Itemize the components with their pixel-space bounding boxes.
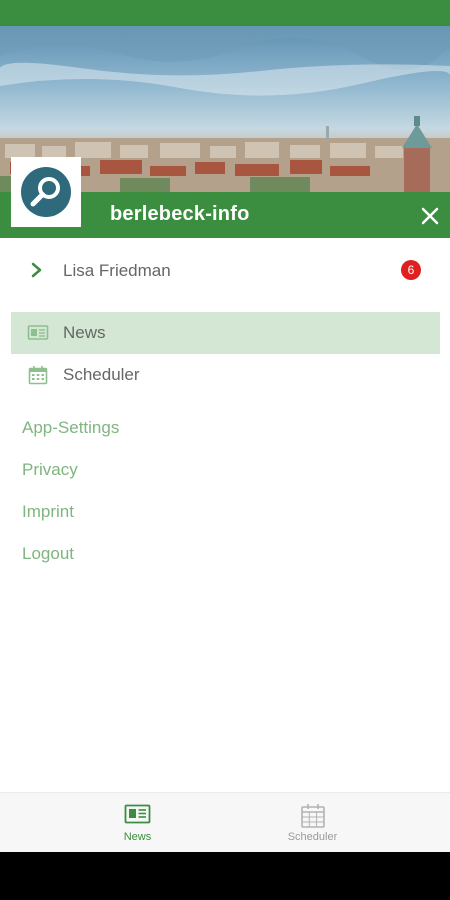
close-button[interactable]: [417, 203, 443, 229]
bottom-navigation: News Scheduler: [0, 792, 450, 853]
logout-link[interactable]: Logout: [22, 544, 74, 564]
notification-badge: 6: [401, 260, 421, 280]
system-navigation-bar: [0, 852, 450, 900]
status-bar: [0, 0, 450, 26]
user-profile-row[interactable]: Lisa Friedman 6: [0, 250, 450, 290]
app-logo: [11, 157, 81, 227]
search-logo-icon: [21, 167, 71, 217]
close-icon: [421, 207, 439, 225]
sidebar-item-news[interactable]: News: [11, 312, 440, 354]
newspaper-icon: [124, 804, 151, 824]
sidebar-item-scheduler[interactable]: Scheduler: [11, 354, 440, 396]
imprint-link[interactable]: Imprint: [22, 502, 74, 522]
app-title: berlebeck-info: [110, 203, 250, 225]
newspaper-icon: [27, 325, 49, 340]
privacy-link[interactable]: Privacy: [22, 460, 78, 480]
chevron-right-icon: [31, 262, 42, 278]
bottom-nav-label: Scheduler: [287, 831, 338, 843]
bottom-nav-scheduler[interactable]: Scheduler: [200, 793, 425, 853]
app-settings-link[interactable]: App-Settings: [22, 418, 119, 438]
user-name: Lisa Friedman: [63, 261, 171, 280]
calendar-icon: [301, 804, 325, 828]
calendar-icon: [28, 366, 48, 385]
sidebar-item-label: Scheduler: [63, 365, 140, 384]
sidebar-item-label: News: [63, 323, 106, 342]
